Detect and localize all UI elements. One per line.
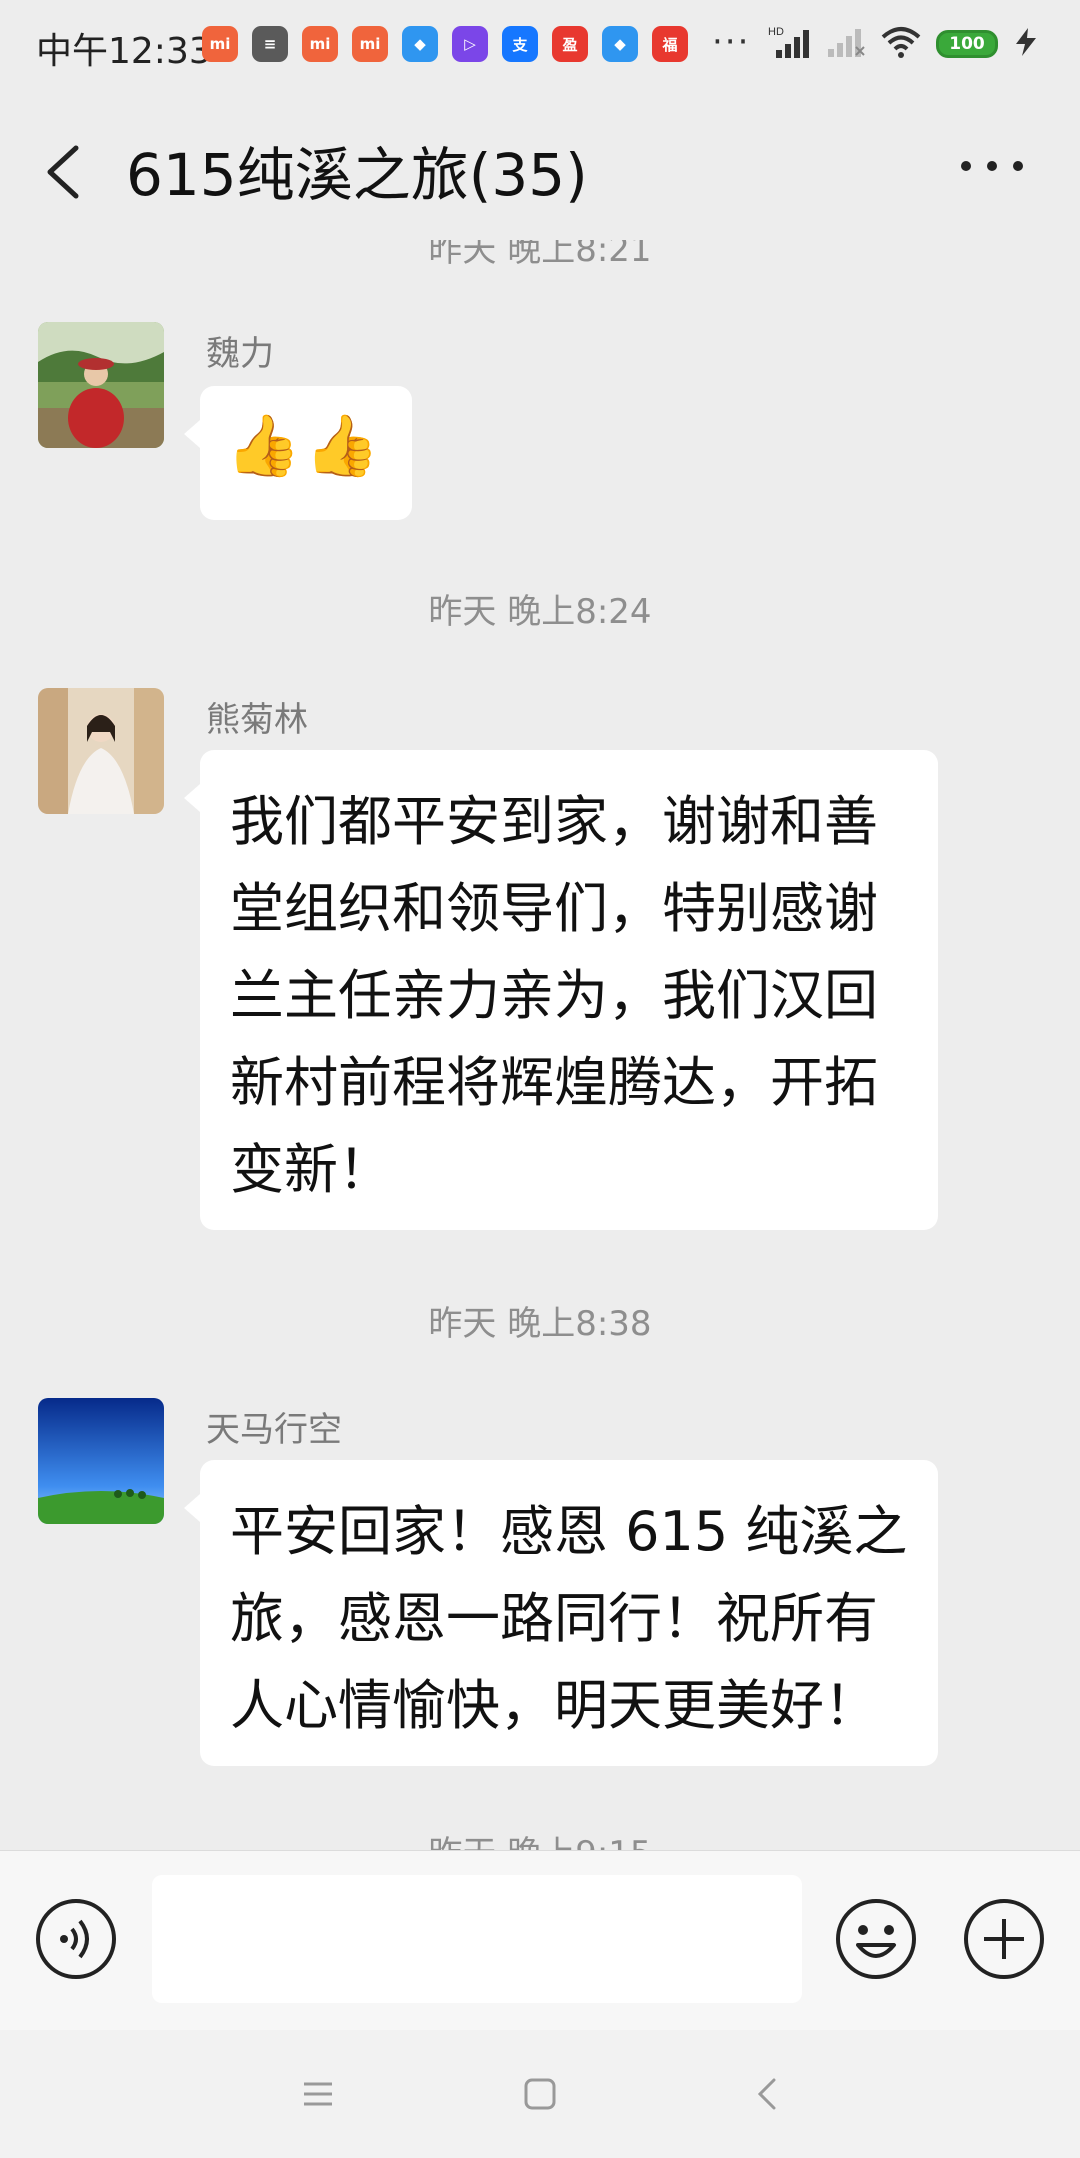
back-button[interactable]: [36, 130, 96, 210]
more-options-button[interactable]: [952, 146, 1032, 186]
message-input-bar: [0, 1850, 1080, 2031]
voice-icon: [36, 1899, 116, 1979]
sender-name: 魏力: [206, 334, 274, 374]
avatar[interactable]: [38, 322, 164, 448]
blue-app-icon: ◆: [602, 26, 638, 62]
notification-icons: mi ≡ mi mi ◆ ▷ 支盈 ◆ 福: [202, 26, 688, 62]
ying-icon: 盈: [552, 26, 588, 62]
home-nav-button[interactable]: [520, 2074, 560, 2114]
plus-icon: [964, 1899, 1044, 1979]
timestamp: 昨天 晚上8:38: [428, 1304, 652, 1344]
message-bubble[interactable]: 平安回家！感恩 615 纯溪之旅，感恩一路同行！祝所有人心情愉快，明天更美好！: [184, 1460, 938, 1766]
alipay-icon: 支: [502, 26, 538, 62]
message-bubble[interactable]: 我们都平安到家，谢谢和善堂组织和领导们，特别感谢兰主任亲力亲为，我们汉回新村前程…: [184, 750, 938, 1230]
system-indicators: HD 100: [768, 24, 1040, 64]
message-bubble[interactable]: 👍👍: [184, 386, 412, 520]
status-time: 中午12:33: [36, 31, 212, 72]
avatar[interactable]: [38, 1398, 164, 1524]
fu-icon: 福: [652, 26, 688, 62]
more-dots-icon: [961, 161, 1023, 171]
message-input[interactable]: [152, 1875, 802, 2003]
sender-name: 天马行空: [206, 1410, 342, 1450]
mi-icon: mi: [302, 26, 338, 62]
battery-icon: 100: [936, 30, 998, 58]
chevron-left-icon: [47, 145, 79, 199]
timestamp: 昨天 晚上9:15: [0, 1826, 1080, 1850]
menu-icon: [304, 2082, 332, 2106]
emoji-button[interactable]: [834, 1897, 918, 1981]
chat-title: 615纯溪之旅(35): [126, 141, 588, 209]
message-text: 我们都平安到家，谢谢和善堂组织和领导们，特别感谢兰主任亲力亲为，我们汉回新村前程…: [230, 790, 878, 1201]
timestamp: 昨天 晚上8:24: [428, 592, 652, 632]
chat-header: 615纯溪之旅(35): [0, 100, 1080, 240]
svg-text:HD: HD: [768, 26, 784, 38]
menu-nav-button[interactable]: [298, 2074, 338, 2114]
avatar[interactable]: [38, 688, 164, 814]
signal-icon: HD: [768, 24, 812, 64]
more-notifications-icon: ···: [712, 22, 751, 62]
mi-icon: mi: [352, 26, 388, 62]
back-chevron-icon: [757, 2078, 776, 2110]
timestamp: 昨天 晚上8:21: [428, 240, 652, 270]
blue-app-icon: ◆: [402, 26, 438, 62]
charging-icon: [1012, 26, 1040, 62]
message-text: 平安回家！感恩 615 纯溪之旅，感恩一路同行！祝所有人心情愉快，明天更美好！: [230, 1500, 908, 1737]
home-square-icon: [524, 2078, 556, 2110]
more-functions-button[interactable]: [962, 1897, 1046, 1981]
status-bar: 中午12:33 mi ≡ mi mi ◆ ▷ 支盈 ◆ 福 ··· HD 100: [0, 0, 1080, 100]
chat-message-list[interactable]: 昨天 晚上8:21 魏力 👍👍 昨天 晚上8:24 熊菊林 我们都平安到家，谢谢…: [0, 240, 1080, 1850]
wifi-icon: [880, 25, 922, 63]
video-icon: ▷: [452, 26, 488, 62]
mi-store-icon: ≡: [252, 26, 288, 62]
voice-input-button[interactable]: [34, 1897, 118, 1981]
sender-name: 熊菊林: [206, 700, 308, 740]
system-navigation-bar: [0, 2030, 1080, 2158]
smiley-icon: [836, 1899, 916, 1979]
back-nav-button[interactable]: [748, 2074, 788, 2114]
mi-icon: mi: [202, 26, 238, 62]
thumbs-up-emoji: 👍👍: [226, 411, 384, 481]
signal-empty-icon: [826, 25, 866, 63]
